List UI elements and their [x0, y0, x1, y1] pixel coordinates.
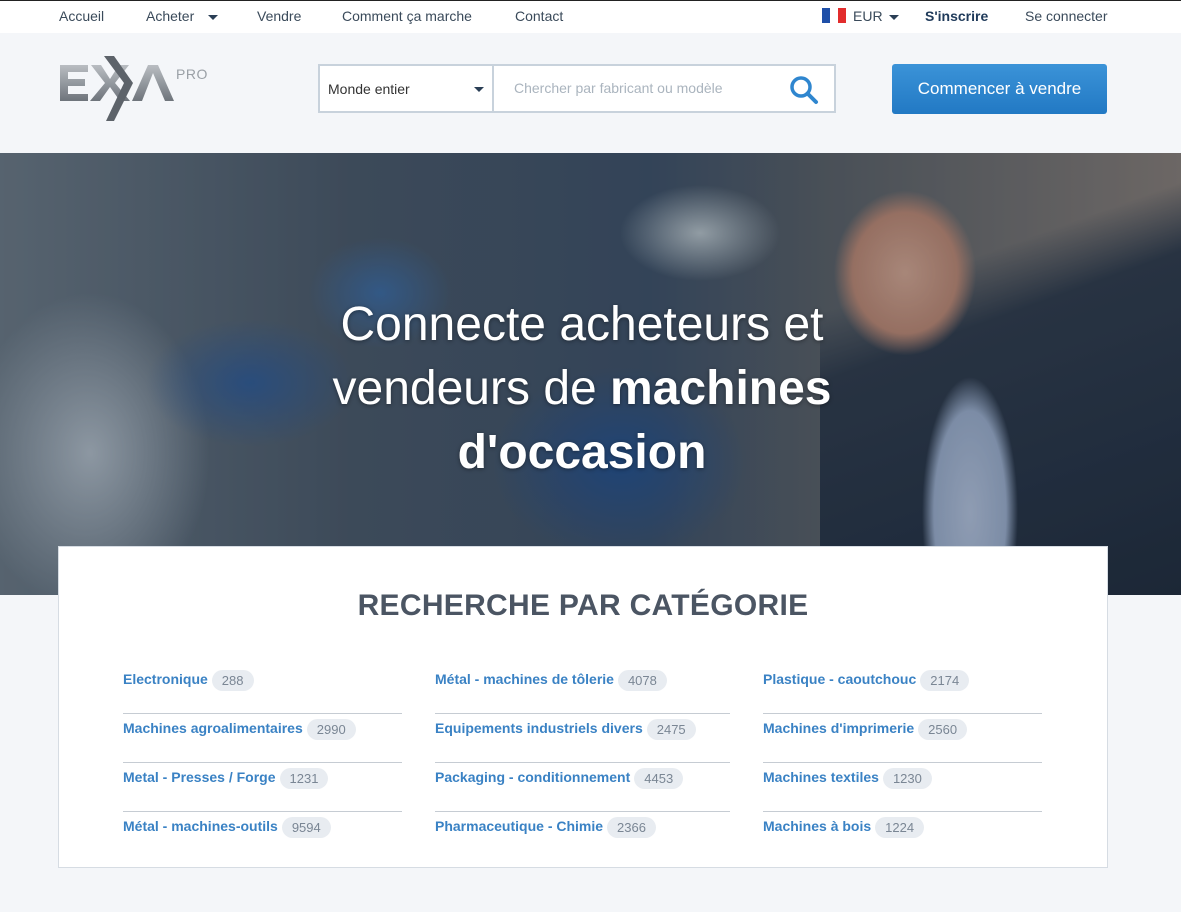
list-item: Equipements industriels divers 2475: [435, 714, 730, 763]
list-item: Electronique 288: [123, 665, 402, 714]
category-link[interactable]: Electronique 288: [123, 670, 254, 691]
category-label: Metal - Presses / Forge: [123, 769, 276, 786]
category-title: RECHERCHE PAR CATÉGORIE: [357, 589, 809, 622]
count-badge: 1224: [875, 817, 925, 838]
category-label: Métal - machines-outils: [123, 818, 278, 835]
region-select[interactable]: Monde entier: [320, 66, 494, 111]
list-item: Métal - machines de tôlerie 4078: [435, 665, 730, 714]
currency-label: EUR: [853, 8, 883, 24]
count-badge: 2990: [306, 719, 356, 740]
hero-line-2: vendeurs de: [332, 362, 611, 415]
category-link[interactable]: Machines agroalimentaires 2990: [123, 719, 356, 740]
list-item: Machines à bois 1224: [763, 812, 1042, 860]
category-link[interactable]: Métal - machines-outils 9594: [123, 817, 331, 838]
logo-pro-text: PRO: [176, 66, 208, 82]
chevron-down-icon: [474, 87, 484, 92]
count-badge: 1231: [279, 768, 329, 789]
hero-title: Connecte acheteurs et vendeurs de machin…: [280, 293, 884, 485]
category-label: Machines d'imprimerie: [763, 720, 915, 737]
count-badge: 2560: [918, 719, 968, 740]
category-column-2: Métal - machines de tôlerie 4078 Equipeme…: [435, 665, 730, 860]
list-item: Packaging - conditionnement 4453: [435, 763, 730, 812]
list-item: Pharmaceutique - Chimie 2366: [435, 812, 730, 860]
category-link[interactable]: Machines d'imprimerie 2560: [763, 719, 968, 740]
category-column-1: Electronique 288 Machines agroalimentaire…: [123, 665, 402, 860]
category-link[interactable]: Pharmaceutique - Chimie 2366: [435, 817, 656, 838]
nav-accueil[interactable]: Accueil: [59, 8, 104, 24]
list-item: Machines agroalimentaires 2990: [123, 714, 402, 763]
list-item: Machines d'imprimerie 2560: [763, 714, 1042, 763]
nav-acheter-label: Acheter: [146, 8, 195, 24]
category-link[interactable]: Equipements industriels divers 2475: [435, 719, 696, 740]
category-card: RECHERCHE PAR CATÉGORIE Electronique 288 …: [58, 546, 1108, 868]
exapro-logo[interactable]: PRO: [58, 55, 208, 125]
category-label: Pharmaceutique - Chimie: [435, 818, 604, 835]
count-badge: 9594: [281, 817, 331, 838]
category-link[interactable]: Plastique - caoutchouc 2174: [763, 670, 970, 691]
chevron-down-icon: [888, 14, 899, 20]
hero-line-3: d'occasion: [457, 426, 707, 479]
category-label: Plastique - caoutchouc: [763, 671, 917, 688]
list-item: Métal - machines-outils 9594: [123, 812, 402, 860]
category-label: Packaging - conditionnement: [435, 769, 631, 786]
hero-line-2-bold: machines: [610, 362, 832, 415]
count-badge: 1230: [882, 768, 932, 789]
search-bar: Monde entier: [318, 64, 836, 113]
hero-banner: Connecte acheteurs et vendeurs de machin…: [0, 153, 1181, 595]
count-badge: 288: [211, 670, 254, 691]
login-link[interactable]: Se connecter: [1025, 8, 1108, 24]
list-item: Plastique - caoutchouc 2174: [763, 665, 1042, 714]
category-label: Equipements industriels divers: [435, 720, 643, 737]
count-badge: 2475: [646, 719, 696, 740]
search-input[interactable]: [494, 66, 776, 110]
nav-comment-ca-marche[interactable]: Comment ça marche: [342, 8, 472, 24]
nav-contact[interactable]: Contact: [515, 8, 563, 24]
category-label: Machines à bois: [763, 818, 872, 835]
category-link[interactable]: Machines textiles 1230: [763, 768, 932, 789]
chevron-down-icon: [208, 14, 219, 20]
category-link[interactable]: Métal - machines de tôlerie 4078: [435, 670, 667, 691]
region-select-value: Monde entier: [328, 81, 410, 97]
category-label: Machines agroalimentaires: [123, 720, 303, 737]
top-navigation: Accueil Acheter Vendre Comment ça marche…: [0, 0, 1181, 33]
list-item: Metal - Presses / Forge 1231: [123, 763, 402, 812]
count-badge: 2366: [607, 817, 656, 838]
count-badge: 4078: [617, 670, 667, 691]
category-label: Machines textiles: [763, 769, 879, 786]
nav-acheter[interactable]: Acheter: [146, 8, 219, 24]
count-badge: 4453: [634, 768, 684, 789]
category-label: Métal - machines de tôlerie: [435, 671, 614, 688]
nav-vendre[interactable]: Vendre: [257, 8, 301, 24]
category-link[interactable]: Metal - Presses / Forge 1231: [123, 768, 329, 789]
search-input-wrap: [494, 66, 834, 111]
search-icon[interactable]: [788, 74, 820, 106]
signup-link[interactable]: S'inscrire: [925, 8, 988, 24]
french-flag-icon[interactable]: [822, 8, 846, 23]
count-badge: 2174: [920, 670, 970, 691]
category-column-3: Plastique - caoutchouc 2174 Machines d'im…: [763, 665, 1042, 860]
category-link[interactable]: Machines à bois 1224: [763, 817, 925, 838]
hero-line-1: Connecte acheteurs et: [340, 298, 824, 351]
category-label: Electronique: [123, 671, 208, 688]
currency-selector[interactable]: EUR: [853, 8, 899, 24]
list-item: Machines textiles 1230: [763, 763, 1042, 812]
category-link[interactable]: Packaging - conditionnement 4453: [435, 768, 684, 789]
start-selling-button[interactable]: Commencer à vendre: [892, 64, 1107, 114]
